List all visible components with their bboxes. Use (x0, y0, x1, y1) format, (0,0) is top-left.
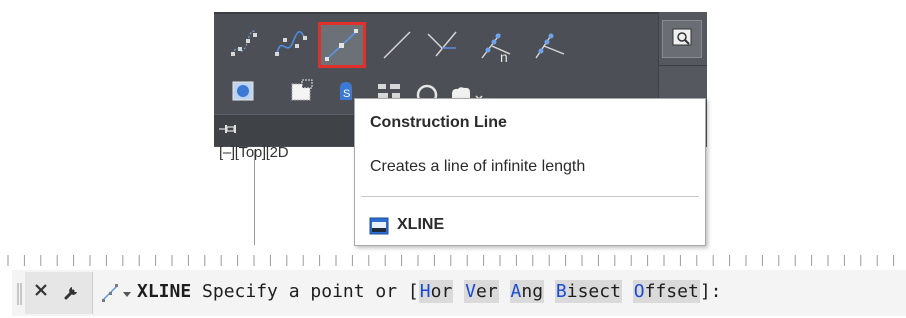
ruler-ticks (7, 255, 895, 266)
ray-button[interactable] (378, 24, 418, 64)
pin-icon[interactable] (219, 124, 237, 134)
bisect-line-button[interactable] (422, 24, 462, 64)
prompt-suffix: ]: (699, 281, 722, 302)
command-window-icon (369, 217, 389, 235)
ribbon-top-edge (214, 12, 707, 14)
option-horizontal[interactable]: Hor (418, 280, 454, 303)
prompt-text: Specify a point or [ (202, 281, 419, 302)
drag-grip-icon[interactable] (17, 283, 23, 305)
zoom-window-button[interactable] (662, 20, 702, 58)
close-icon[interactable] (34, 283, 48, 297)
option-bisect[interactable]: Bisect (554, 280, 622, 303)
construction-line-tooltip: Construction Line Creates a line of infi… (354, 98, 706, 246)
divide-button[interactable]: n (476, 24, 516, 64)
command-prompt[interactable]: XLINE Specify a point or [Hor Ver Ang Bi… (137, 279, 722, 305)
zoom-window-icon (672, 28, 692, 46)
measure-button[interactable] (530, 24, 570, 64)
tooltip-divider (361, 196, 699, 197)
svg-text:n: n (500, 49, 508, 64)
multipoint-icon (231, 30, 257, 56)
region-icon (232, 81, 254, 101)
spline-button[interactable] (271, 24, 311, 64)
command-name: XLINE (137, 281, 192, 302)
ribbon-separator (658, 65, 707, 66)
multipoint-button[interactable] (224, 24, 264, 64)
region-button[interactable] (230, 78, 256, 104)
tooltip-title: Construction Line (370, 114, 507, 131)
boundary-icon (291, 79, 313, 101)
svg-text:S: S (343, 88, 350, 100)
customize-wrench-icon[interactable] (63, 283, 81, 301)
option-vertical[interactable]: Ver (464, 280, 499, 303)
crosshair-line (254, 150, 255, 245)
measure-icon (535, 33, 565, 59)
spline-icon (275, 30, 307, 56)
ray-icon (383, 31, 411, 59)
construction-line-icon (325, 29, 358, 61)
tooltip-description: Creates a line of infinite length (370, 158, 586, 175)
option-angle[interactable]: Ang (509, 280, 545, 303)
boundary-button[interactable] (288, 78, 314, 104)
chevron-down-icon[interactable] (123, 292, 131, 297)
option-offset[interactable]: Offset (632, 280, 700, 303)
divide-icon: n (481, 33, 511, 64)
tooltip-command-name: XLINE (397, 216, 445, 233)
bisect-line-icon (427, 31, 457, 57)
ribbon-panel-title-bar[interactable] (214, 114, 374, 146)
construction-line-button[interactable] (318, 22, 366, 68)
construction-line-icon[interactable] (100, 283, 120, 303)
